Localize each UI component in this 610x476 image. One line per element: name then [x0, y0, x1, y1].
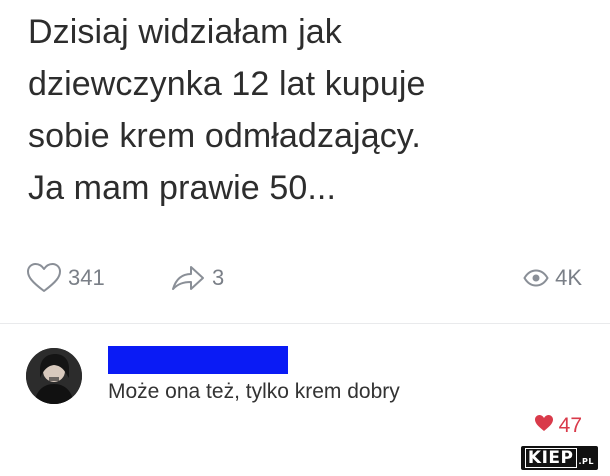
post-line: Dzisiaj widziałam jak	[28, 13, 342, 51]
like-button[interactable]: 341	[26, 258, 105, 298]
redacted-author-name	[108, 346, 288, 374]
avatar[interactable]	[26, 348, 82, 404]
share-arrow-icon	[170, 263, 206, 293]
comment-like-button[interactable]: 47	[534, 414, 582, 438]
watermark-text: KIEP	[524, 448, 577, 468]
share-count: 3	[212, 265, 225, 290]
comment-like-count: 47	[558, 414, 582, 437]
comment: Może ona też, tylko krem dobry 47	[0, 330, 610, 476]
views-indicator: 4K	[523, 258, 582, 298]
post-text: Dzisiaj widziałam jak dziewczynka 12 lat…	[28, 6, 588, 214]
views-count: 4K	[555, 265, 582, 290]
post-line: Ja mam prawie 50...	[28, 169, 337, 207]
eye-icon	[523, 269, 549, 287]
watermark-logo: KIEP .PL	[520, 446, 598, 470]
post-line: sobie krem odmładzający.	[28, 117, 421, 155]
heart-filled-icon	[534, 414, 554, 438]
comment-text: Może ona też, tylko krem dobry	[108, 380, 400, 403]
share-button[interactable]: 3	[170, 258, 224, 298]
watermark-tld: .PL	[578, 457, 594, 466]
post-actions-bar: 341 3 4K	[0, 258, 610, 298]
post-line: dziewczynka 12 lat kupuje	[28, 65, 426, 103]
heart-outline-icon	[26, 262, 62, 294]
divider	[0, 323, 610, 324]
like-count: 341	[68, 265, 105, 290]
